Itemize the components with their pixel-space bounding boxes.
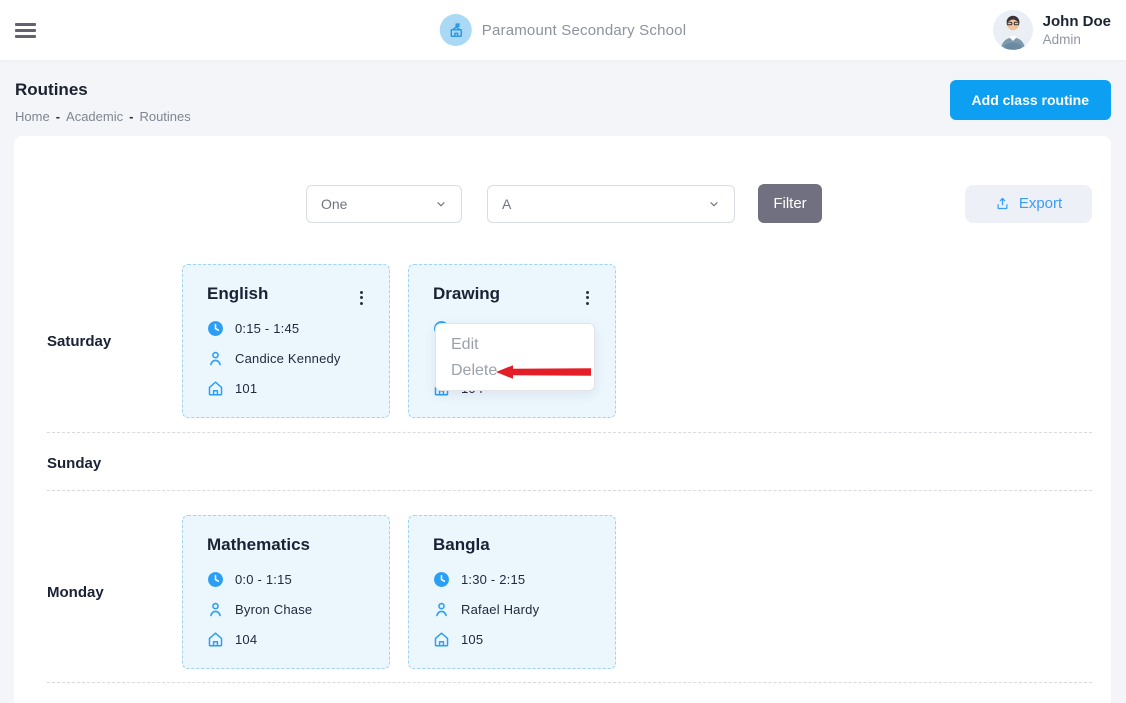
day-row: Monday Mathematics 0:0 - 1:15 Byron Chas… (47, 491, 1092, 683)
home-icon (207, 380, 224, 397)
class-time: 1:30 - 2:15 (461, 572, 525, 587)
page-title: Routines (15, 80, 191, 100)
breadcrumb-routines: Routines (139, 109, 190, 124)
class-card: Bangla 1:30 - 2:15 Rafael Hardy 105 (408, 515, 616, 669)
class-time-row: 1:30 - 2:15 (433, 571, 593, 588)
class-time-row: 0:15 - 1:45 (207, 320, 367, 337)
routine-table: Saturday English 0:15 - 1:45 Candice Ken… (33, 223, 1092, 683)
breadcrumb-separator: - (56, 109, 60, 124)
breadcrumb-home[interactable]: Home (15, 109, 50, 124)
red-arrow-annotation (496, 364, 591, 380)
class-teacher: Byron Chase (235, 602, 312, 617)
chevron-down-icon (435, 198, 447, 210)
user-menu[interactable]: John Doe Admin (993, 10, 1111, 50)
class-select-value: One (321, 196, 347, 212)
day-row: Saturday English 0:15 - 1:45 Candice Ken… (47, 223, 1092, 433)
user-avatar[interactable] (993, 10, 1033, 50)
class-time: 0:15 - 1:45 (235, 321, 299, 336)
school-logo-icon (440, 14, 472, 46)
kebab-menu-icon[interactable] (356, 288, 367, 307)
class-subject: Drawing (433, 284, 500, 304)
class-teacher-row: Rafael Hardy (433, 601, 593, 618)
class-room: 101 (235, 381, 257, 396)
class-room-row: 105 (433, 631, 593, 648)
class-card: English 0:15 - 1:45 Candice Kennedy 101 (182, 264, 390, 418)
breadcrumb-separator: - (129, 109, 133, 124)
person-icon (433, 601, 450, 618)
class-teacher-row: Byron Chase (207, 601, 367, 618)
chevron-down-icon (708, 198, 720, 210)
day-cards: English 0:15 - 1:45 Candice Kennedy 101 … (182, 264, 616, 418)
kebab-menu-icon[interactable] (582, 288, 593, 307)
export-label: Export (1019, 195, 1062, 212)
person-icon (207, 350, 224, 367)
filter-row: One A Filter Export (33, 184, 1092, 223)
day-row: Sunday (47, 433, 1092, 491)
day-label: Monday (47, 584, 182, 601)
home-icon (207, 631, 224, 648)
filter-button[interactable]: Filter (758, 184, 822, 223)
user-role: Admin (1043, 31, 1111, 48)
app-header: Paramount Secondary School John Doe Admi… (0, 0, 1126, 60)
clock-icon (433, 571, 450, 588)
class-room: 104 (235, 632, 257, 647)
context-menu: Edit Delete (435, 323, 595, 391)
day-label: Sunday (47, 455, 182, 472)
export-button[interactable]: Export (965, 185, 1092, 223)
class-time: 0:0 - 1:15 (235, 572, 292, 587)
home-icon (433, 631, 450, 648)
class-card: Mathematics 0:0 - 1:15 Byron Chase 104 (182, 515, 390, 669)
menu-item-edit[interactable]: Edit (451, 332, 594, 358)
day-cards: Mathematics 0:0 - 1:15 Byron Chase 104 B… (182, 515, 616, 669)
class-teacher: Rafael Hardy (461, 602, 539, 617)
day-label: Saturday (47, 333, 182, 350)
person-icon (207, 601, 224, 618)
class-teacher: Candice Kennedy (235, 351, 341, 366)
class-room-row: 101 (207, 380, 367, 397)
class-time-row: 0:0 - 1:15 (207, 571, 367, 588)
export-icon (995, 196, 1010, 211)
class-subject: Mathematics (207, 535, 310, 555)
breadcrumb: Home-Academic-Routines (15, 109, 191, 124)
class-room: 105 (461, 632, 483, 647)
class-card: Drawing 104 Edit Delete (408, 264, 616, 418)
brand: Paramount Secondary School (440, 14, 687, 46)
class-subject: Bangla (433, 535, 490, 555)
class-subject: English (207, 284, 268, 304)
page-head: Routines Home-Academic-Routines Add clas… (0, 60, 1126, 124)
hamburger-menu-icon[interactable] (15, 20, 36, 41)
section-select-value: A (502, 196, 511, 212)
class-select[interactable]: One (306, 185, 462, 223)
class-teacher-row: Candice Kennedy (207, 350, 367, 367)
user-name: John Doe (1043, 12, 1111, 31)
content-card: One A Filter Export Saturday English (14, 136, 1111, 703)
breadcrumb-academic[interactable]: Academic (66, 109, 123, 124)
school-name: Paramount Secondary School (482, 22, 687, 39)
clock-icon (207, 320, 224, 337)
add-class-routine-button[interactable]: Add class routine (950, 80, 1111, 120)
clock-icon (207, 571, 224, 588)
section-select[interactable]: A (487, 185, 735, 223)
class-room-row: 104 (207, 631, 367, 648)
